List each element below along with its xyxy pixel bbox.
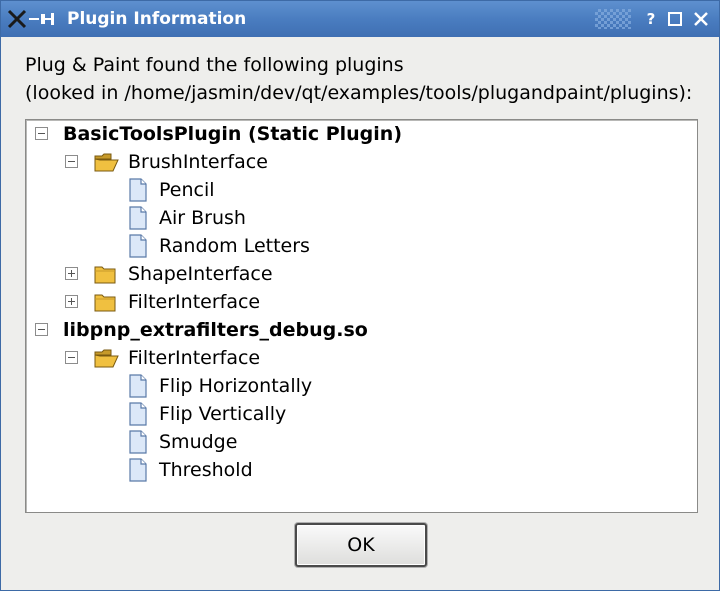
tree-item-label: Air Brush: [159, 207, 246, 229]
maximize-button[interactable]: [665, 9, 685, 29]
tree-item[interactable]: Smudge: [26, 428, 697, 456]
tree-item[interactable]: BasicToolsPlugin (Static Plugin): [26, 120, 697, 148]
tree-item-label: FilterInterface: [128, 347, 261, 369]
tree-item-label: Flip Vertically: [159, 403, 287, 425]
title-bar[interactable]: Plugin Information ?: [1, 1, 719, 37]
tree-item-label: FilterInterface: [128, 291, 261, 313]
file-icon: [129, 178, 147, 202]
tree-item[interactable]: ShapeInterface: [26, 260, 697, 288]
tree-item-label: BrushInterface: [128, 151, 268, 173]
tree-item-label: Threshold: [159, 459, 253, 481]
title-bar-pattern: [595, 9, 631, 29]
file-icon: [129, 458, 147, 482]
tree-item[interactable]: FilterInterface: [26, 288, 697, 316]
ok-button[interactable]: OK: [295, 523, 427, 567]
tree-item-label: ShapeInterface: [128, 263, 273, 285]
file-icon: [129, 234, 147, 258]
maximize-icon: [668, 12, 682, 26]
open-folder-icon: [94, 349, 119, 368]
tree-item-label: Flip Horizontally: [159, 375, 313, 397]
tree-item[interactable]: Threshold: [26, 456, 697, 484]
collapse-icon[interactable]: [35, 127, 48, 140]
tree-item[interactable]: Pencil: [26, 176, 697, 204]
window-title: Plugin Information: [67, 9, 247, 29]
open-folder-icon: [94, 153, 119, 172]
tree-item-label: Pencil: [159, 179, 215, 201]
window-menu-icon[interactable]: [5, 7, 57, 31]
folder-icon: [94, 266, 116, 284]
tree-item-label: Smudge: [159, 431, 238, 453]
tree-item[interactable]: Flip Horizontally: [26, 372, 697, 400]
plugin-information-dialog: Plugin Information ? Plug & Paint found …: [0, 0, 720, 591]
tree-item[interactable]: BrushInterface: [26, 148, 697, 176]
tree-item[interactable]: Flip Vertically: [26, 400, 697, 428]
help-button[interactable]: ?: [641, 9, 661, 29]
tree-item[interactable]: libpnp_extrafilters_debug.so: [26, 316, 697, 344]
intro-line-1: Plug & Paint found the following plugins: [25, 54, 404, 76]
close-icon: [694, 12, 708, 26]
file-icon: [129, 430, 147, 454]
plugin-tree[interactable]: BasicToolsPlugin (Static Plugin) BrushInt…: [25, 119, 698, 513]
tree-item-label: libpnp_extrafilters_debug.so: [63, 319, 368, 341]
tree-item-label: BasicToolsPlugin (Static Plugin): [63, 123, 403, 145]
intro-line-2: (looked in /home/jasmin/dev/qt/examples/…: [25, 82, 693, 104]
collapse-icon[interactable]: [35, 323, 48, 336]
file-icon: [129, 402, 147, 426]
collapse-icon[interactable]: [65, 155, 78, 168]
folder-icon: [94, 294, 116, 312]
expand-icon[interactable]: [65, 267, 78, 280]
close-button[interactable]: [691, 9, 711, 29]
tree-item-label: Random Letters: [159, 235, 310, 257]
expand-icon[interactable]: [65, 295, 78, 308]
tree-item[interactable]: Air Brush: [26, 204, 697, 232]
collapse-icon[interactable]: [65, 351, 78, 364]
file-icon: [129, 374, 147, 398]
tree-item[interactable]: FilterInterface: [26, 344, 697, 372]
tree-item[interactable]: Random Letters: [26, 232, 697, 260]
file-icon: [129, 206, 147, 230]
